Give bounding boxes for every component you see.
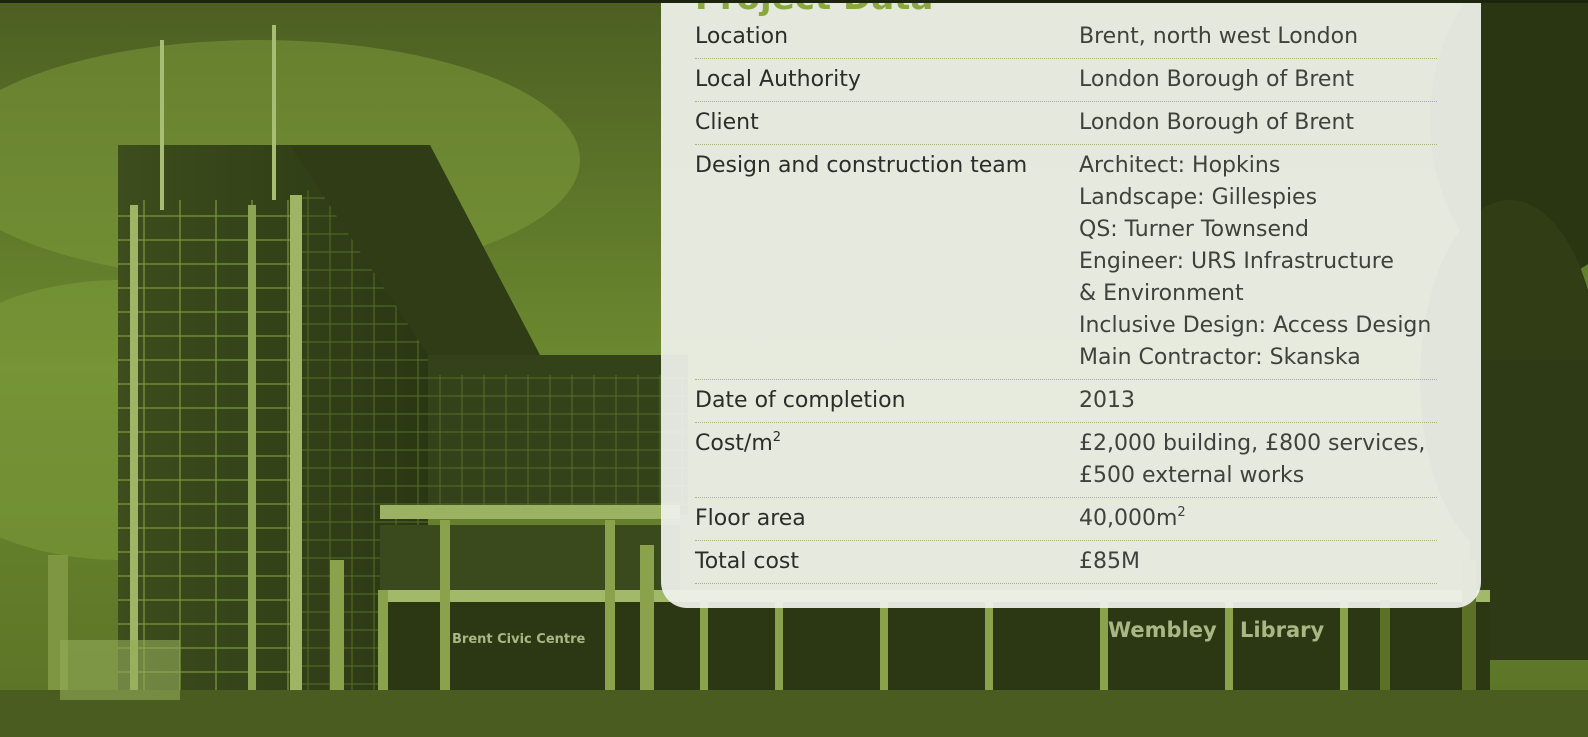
row-label-text: Floor area — [695, 506, 806, 531]
row-value-text: Architect: Hopkins — [1079, 153, 1281, 178]
table-row: Local Authority London Borough of Brent — [695, 59, 1437, 102]
row-value-text: £2,000 building, £800 services, — [1079, 431, 1426, 456]
row-value-line: 40,000m2 — [1079, 503, 1437, 535]
row-value-text: QS: Turner Townsend — [1079, 217, 1309, 242]
row-value-line: London Borough of Brent — [1079, 64, 1437, 96]
sign-brent-civic-centre: Brent Civic Centre — [452, 632, 586, 647]
row-label-text: Location — [695, 24, 789, 49]
row-value-text: Engineer: URS Infrastructure — [1079, 249, 1394, 274]
row-value-line: Inclusive Design: Access Design — [1079, 310, 1437, 342]
row-value-superscript: 2 — [1177, 505, 1186, 520]
row-label-text: Date of completion — [695, 388, 906, 413]
row-value-text: Brent, north west London — [1079, 24, 1359, 49]
row-label-superscript: 2 — [772, 430, 782, 445]
row-value-line: Architect: Hopkins — [1079, 150, 1437, 182]
row-value: 40,000m2 — [1079, 503, 1437, 535]
row-value-line: & Environment — [1079, 278, 1437, 310]
table-row: Location Brent, north west London — [695, 16, 1437, 59]
row-value-line: 2013 — [1079, 385, 1437, 417]
row-value-text: Landscape: Gillespies — [1079, 185, 1318, 210]
row-value-text: Inclusive Design: Access Design — [1079, 313, 1432, 338]
table-row: Date of completion 2013 — [695, 380, 1437, 423]
sign-library: Library — [1240, 618, 1325, 642]
row-label: Local Authority — [695, 64, 1079, 96]
row-label: Total cost — [695, 546, 1079, 578]
row-value: £85M — [1079, 546, 1437, 578]
row-label-text: Design and construction team — [695, 153, 1028, 178]
row-label: Design and construction team — [695, 150, 1079, 374]
row-value-line: Engineer: URS Infrastructure — [1079, 246, 1437, 278]
row-value: Brent, north west London — [1079, 21, 1437, 53]
top-rule — [0, 0, 1588, 3]
row-label-text: Total cost — [695, 549, 800, 574]
row-value: £2,000 building, £800 services, £500 exte… — [1079, 428, 1437, 492]
row-label: Cost/m2 — [695, 428, 1079, 492]
row-label-text: Local Authority — [695, 67, 861, 92]
row-value-line: London Borough of Brent — [1079, 107, 1437, 139]
row-value-line: £2,000 building, £800 services, — [1079, 428, 1437, 460]
row-value: Architect: Hopkins Landscape: Gillespies Q… — [1079, 150, 1437, 374]
row-value-text: & Environment — [1079, 281, 1244, 306]
row-label-text: Client — [695, 110, 759, 135]
row-value-line: Landscape: Gillespies — [1079, 182, 1437, 214]
row-value-text: London Borough of Brent — [1079, 67, 1355, 92]
row-label: Location — [695, 21, 1079, 53]
row-value: London Borough of Brent — [1079, 64, 1437, 96]
row-value: 2013 — [1079, 385, 1437, 417]
row-value-line: Main Contractor: Skanska — [1079, 342, 1437, 374]
sign-wembley: Wembley — [1108, 618, 1217, 642]
row-label: Floor area — [695, 503, 1079, 535]
table-row: Cost/m2 £2,000 building, £800 services, £5… — [695, 423, 1437, 498]
row-value-text: £85M — [1079, 549, 1140, 574]
project-data-table: Location Brent, north west London Local Au… — [695, 16, 1437, 584]
row-value-text: London Borough of Brent — [1079, 110, 1355, 135]
row-value-text: Main Contractor: Skanska — [1079, 345, 1361, 370]
table-row: Floor area 40,000m2 — [695, 498, 1437, 541]
row-value-line: Brent, north west London — [1079, 21, 1437, 53]
row-label: Date of completion — [695, 385, 1079, 417]
row-label-text: Cost/m — [695, 431, 773, 456]
row-value-line: £500 external works — [1079, 460, 1437, 492]
table-row: Client London Borough of Brent — [695, 102, 1437, 145]
row-value-line: £85M — [1079, 546, 1437, 578]
row-value-text: £500 external works — [1079, 463, 1305, 488]
row-value-text: 2013 — [1079, 388, 1135, 413]
row-value-line: QS: Turner Townsend — [1079, 214, 1437, 246]
row-value: London Borough of Brent — [1079, 107, 1437, 139]
project-data-card: Project Data LocationBrent, north west L… — [661, 0, 1481, 608]
row-label: Client — [695, 107, 1079, 139]
row-value-text: 40,000m — [1079, 506, 1178, 531]
table-row: Total cost £85M — [695, 541, 1437, 584]
table-row: Design and construction team Architect: H… — [695, 145, 1437, 380]
